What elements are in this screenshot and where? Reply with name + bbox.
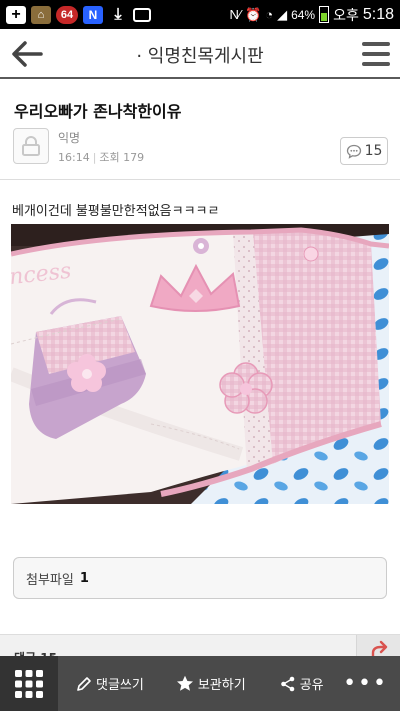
write-comment-label: 댓글쓰기 [96,678,144,693]
reply-arrow-icon [371,640,388,658]
comment-count: 15 [364,143,383,159]
post-meta: 16:14 | 조회 179 [58,151,145,164]
share-icon [280,676,294,691]
comment-count-button[interactable]: 15 [340,137,388,165]
post-title: 우리오빠가 존나착한이유 [14,102,182,121]
post-time: 16:14 [58,151,90,164]
alarm-icon: ⏰ [245,6,262,22]
view-count: 조회 179 [99,151,145,164]
attachment-label: 첨부파일 [26,572,74,588]
pencil-icon [77,676,91,691]
app-header: · 익명친목게시판 [0,29,400,79]
author-avatar [13,128,49,164]
grid-icon [15,669,43,698]
write-comment-button[interactable]: 댓글쓰기 [76,656,144,711]
comments-section-header: 댓글 15 [0,634,400,658]
reply-arrow-button[interactable] [356,635,400,658]
save-label: 보관하기 [197,678,246,693]
wifi-icon: ◔ [265,7,274,22]
divider [0,179,400,180]
share-button[interactable]: 공유 [280,656,324,711]
ampm-label: 오후 [333,6,359,23]
download-icon: ⤓ [114,5,122,23]
more-options-icon[interactable]: ••• [343,671,388,696]
nfc-icon: N⁄ [229,7,242,22]
speech-bubble-icon [346,144,361,159]
app-grid-button[interactable] [0,656,58,711]
lock-icon [22,136,40,156]
naver-app-icon: N [83,5,103,24]
pillow-photo[interactable]: incess [11,224,389,504]
battery-icon [319,6,330,23]
battery-percent: 64% [291,7,316,22]
attachment-button[interactable]: 첨부파일 1 [13,557,387,599]
share-label: 공유 [299,678,324,693]
signal-icon: ◢ [277,6,288,22]
page-title: · 익명친목게시판 [136,46,264,67]
post-body: 베개이건데 불평불만한적없음ㅋㅋㅋㄹ [12,204,220,219]
home-app-icon: ⌂ [31,5,51,24]
status-bar: + ⌂ 64 N ⤓ N⁄ ⏰ ◔ ◢ 64% 오후 5:18 [0,0,400,29]
author-name: 익명 [58,131,81,145]
attachment-count: 1 [79,570,89,586]
camera-icon [133,7,151,22]
hamburger-menu-icon[interactable] [362,42,390,66]
add-notification-icon: + [6,5,26,24]
clock: 5:18 [362,5,394,23]
notification-count-badge: 64 [56,5,78,24]
bottom-toolbar: 댓글쓰기 보관하기 공유 ••• [0,656,400,711]
save-button[interactable]: 보관하기 [176,656,246,711]
star-icon [176,675,193,691]
